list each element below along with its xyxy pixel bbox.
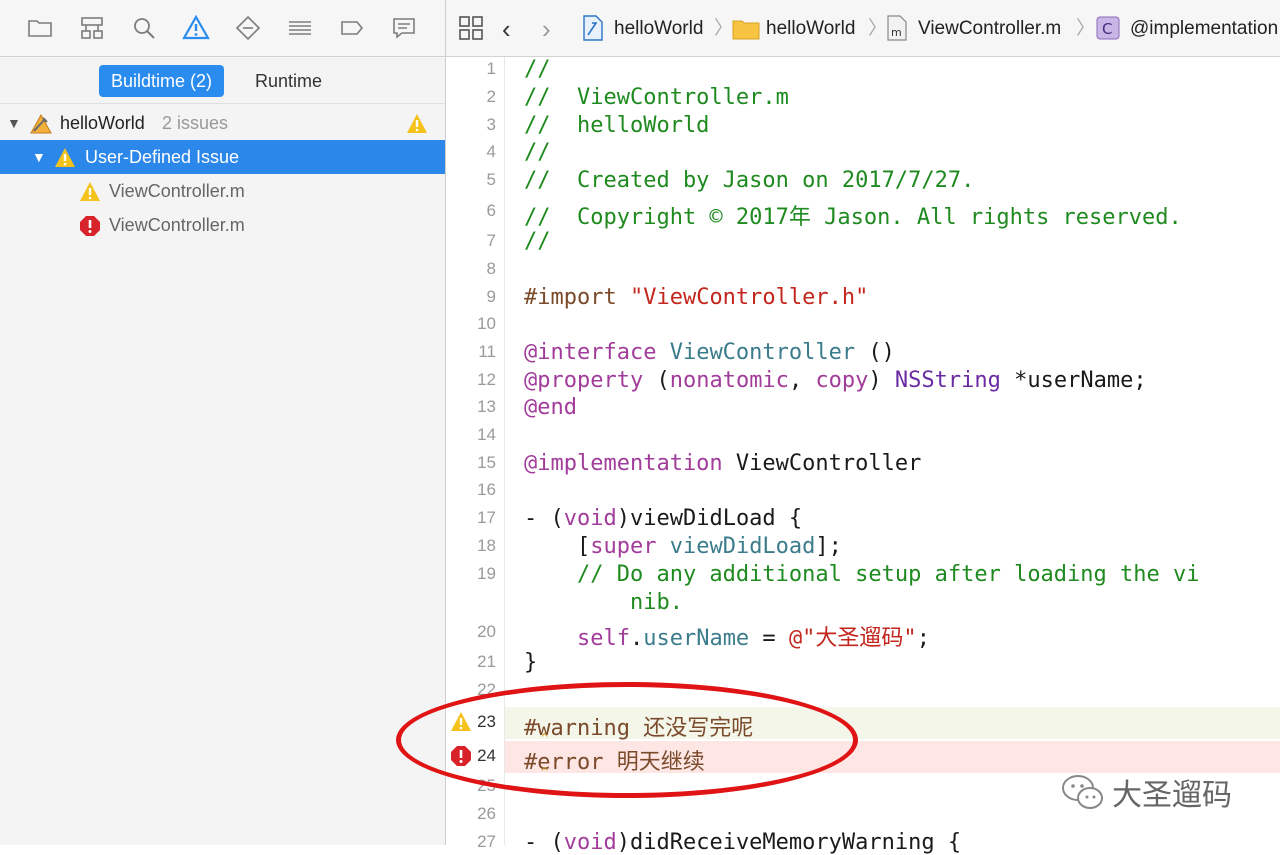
red-annotation-ellipse bbox=[396, 682, 858, 798]
line-number[interactable]: 14 bbox=[446, 425, 496, 445]
project-file-icon bbox=[583, 15, 603, 41]
code-line[interactable]: self.userName = @"大圣遛码"; bbox=[524, 620, 930, 652]
related-items-icon[interactable] bbox=[458, 0, 486, 56]
code-line[interactable]: // Created by Jason on 2017/7/27. bbox=[524, 168, 974, 193]
navigator-pane: Buildtime (2) Runtime ▼ helloWorld 2 iss… bbox=[0, 0, 446, 845]
line-number[interactable]: 18 bbox=[446, 536, 496, 556]
disclosure-triangle-icon[interactable]: ▼ bbox=[32, 140, 46, 174]
jump-bar: ‹ › helloWorld 〉 helloWorld 〉 m ViewCont… bbox=[446, 0, 1280, 57]
line-number[interactable]: 13 bbox=[446, 397, 496, 417]
warning-icon bbox=[79, 180, 101, 202]
disclosure-triangle-icon[interactable]: ▼ bbox=[7, 106, 21, 140]
tab-runtime[interactable]: Runtime bbox=[243, 65, 334, 97]
breadcrumb-separator-icon: 〉 bbox=[714, 18, 734, 39]
search-icon[interactable] bbox=[130, 14, 158, 42]
project-row[interactable]: ▼ helloWorld 2 issues bbox=[0, 106, 445, 140]
line-number[interactable]: 4 bbox=[446, 142, 496, 162]
project-name: helloWorld bbox=[60, 113, 145, 133]
line-number[interactable]: 9 bbox=[446, 287, 496, 307]
svg-text:C: C bbox=[1102, 20, 1112, 38]
line-number[interactable]: 3 bbox=[446, 115, 496, 135]
line-number[interactable]: 8 bbox=[446, 259, 496, 279]
line-number[interactable]: 17 bbox=[446, 508, 496, 528]
issue-group-user-defined[interactable]: ▼ User-Defined Issue bbox=[0, 140, 445, 174]
warning-icon bbox=[406, 112, 428, 134]
line-number[interactable]: 1 bbox=[446, 59, 496, 79]
warning-navigator-icon[interactable] bbox=[182, 14, 210, 42]
code-line[interactable]: // helloWorld bbox=[524, 113, 709, 138]
line-number[interactable]: 5 bbox=[446, 170, 496, 190]
error-icon bbox=[79, 214, 101, 236]
test-diamond-icon[interactable] bbox=[234, 14, 262, 42]
issue-item-label: ViewController.m bbox=[109, 181, 245, 201]
code-line[interactable]: @implementation ViewController bbox=[524, 451, 921, 476]
tab-buildtime[interactable]: Buildtime (2) bbox=[99, 65, 225, 97]
code-line[interactable]: // bbox=[524, 57, 551, 82]
line-number[interactable]: 19 bbox=[446, 564, 496, 584]
code-line[interactable]: nib. bbox=[524, 590, 683, 615]
line-number[interactable]: 11 bbox=[446, 342, 496, 362]
code-line[interactable]: - (void)viewDidLoad { bbox=[524, 506, 802, 531]
warning-icon bbox=[54, 146, 76, 168]
code-line[interactable]: // bbox=[524, 229, 551, 254]
issue-scope-segmented-control: Buildtime (2) Runtime bbox=[0, 57, 445, 104]
wechat-icon bbox=[1062, 775, 1103, 809]
line-number[interactable]: 7 bbox=[446, 231, 496, 251]
issue-item-error[interactable]: ViewController.m bbox=[0, 208, 445, 242]
line-number[interactable]: 26 bbox=[446, 804, 496, 824]
line-number[interactable]: 12 bbox=[446, 370, 496, 390]
code-line[interactable]: // Copyright © 2017年 Jason. All rights r… bbox=[524, 199, 1182, 231]
line-number[interactable]: 10 bbox=[446, 314, 496, 334]
report-icon[interactable] bbox=[390, 14, 418, 42]
issue-item-label: ViewController.m bbox=[109, 215, 245, 235]
svg-text:m: m bbox=[891, 26, 902, 39]
line-number[interactable]: 20 bbox=[446, 622, 496, 642]
forward-chevron-icon[interactable]: › bbox=[542, 0, 551, 56]
folder-icon[interactable] bbox=[26, 14, 54, 42]
issue-group-label: User-Defined Issue bbox=[85, 147, 240, 167]
back-chevron-icon[interactable]: ‹ bbox=[502, 0, 511, 56]
code-line[interactable]: // ViewController.m bbox=[524, 85, 789, 110]
code-line[interactable]: - (void)didReceiveMemoryWarning { bbox=[524, 830, 961, 855]
navigator-selector-bar bbox=[0, 0, 445, 57]
code-line[interactable]: // Do any additional setup after loading… bbox=[524, 562, 1200, 587]
class-c-icon: C bbox=[1096, 16, 1120, 40]
code-line[interactable]: @property (nonatomic, copy) NSString *us… bbox=[524, 368, 1147, 393]
xcode-project-icon bbox=[28, 112, 52, 134]
breadcrumb-separator-icon: 〉 bbox=[868, 18, 888, 39]
code-line[interactable]: @interface ViewController () bbox=[524, 340, 895, 365]
line-number[interactable]: 15 bbox=[446, 453, 496, 473]
code-line[interactable]: } bbox=[524, 650, 537, 675]
code-line[interactable]: @end bbox=[524, 395, 577, 420]
code-line[interactable]: #import "ViewController.h" bbox=[524, 285, 868, 310]
issue-count: 2 issues bbox=[162, 113, 229, 133]
line-number[interactable]: 16 bbox=[446, 480, 496, 500]
hierarchy-icon[interactable] bbox=[78, 14, 106, 42]
issue-item-warning[interactable]: ViewController.m bbox=[0, 174, 445, 208]
line-number[interactable]: 27 bbox=[446, 832, 496, 852]
objc-file-icon: m bbox=[887, 15, 907, 41]
line-number[interactable]: 2 bbox=[446, 87, 496, 107]
breakpoint-icon[interactable] bbox=[338, 14, 366, 42]
code-line[interactable]: [super viewDidLoad]; bbox=[524, 534, 842, 559]
line-number[interactable]: 21 bbox=[446, 652, 496, 672]
watermark: 大圣遛码 bbox=[1060, 770, 1260, 813]
line-number[interactable]: 6 bbox=[446, 201, 496, 221]
breadcrumb-separator-icon: 〉 bbox=[1076, 18, 1096, 39]
code-line[interactable]: // bbox=[524, 140, 551, 165]
debug-list-icon[interactable] bbox=[286, 14, 314, 42]
folder-icon bbox=[732, 20, 760, 40]
